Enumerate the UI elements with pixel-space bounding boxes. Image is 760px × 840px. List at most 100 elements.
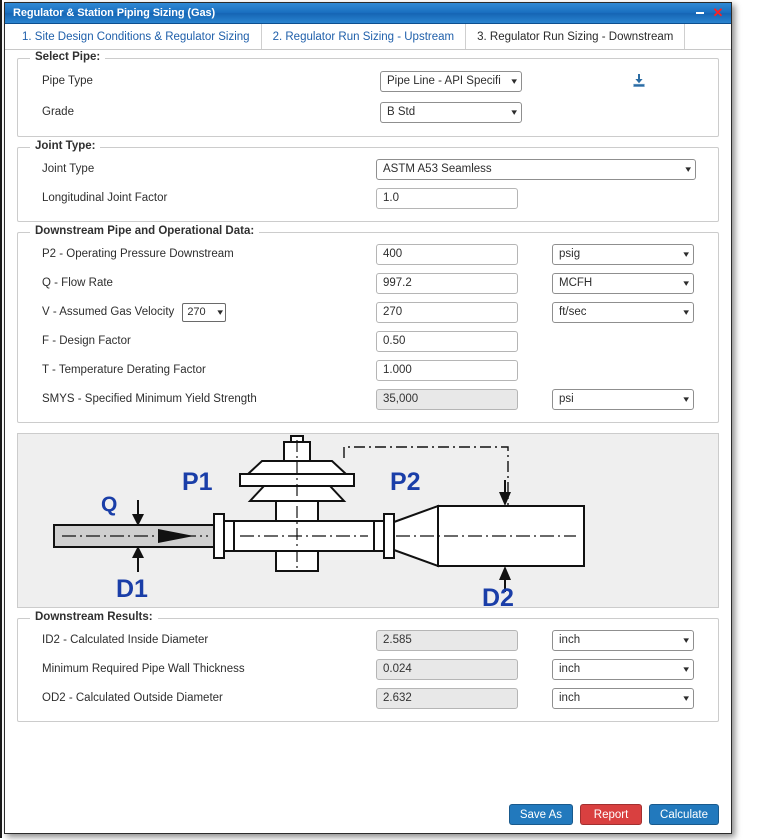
grade-row: Grade B Std ▾ [28, 98, 708, 126]
downstream-results-group: Downstream Results: ID2 - Calculated Ins… [17, 611, 719, 722]
pipe-type-row: Pipe Type Pipe Line - API Specifi ▾ [28, 67, 708, 95]
od2-label: OD2 - Calculated Outside Diameter [42, 692, 223, 704]
joint-type-legend: Joint Type: [30, 140, 101, 152]
chevron-down-icon: ▾ [683, 692, 690, 703]
q-flow-rate-row: Q - Flow Rate 997.2 MCFH ▾ [28, 270, 708, 296]
od2-row: OD2 - Calculated Outside Diameter 2.632 … [28, 685, 708, 711]
application-window: Regulator & Station Piping Sizing (Gas) … [4, 2, 732, 834]
v-gas-velocity-unit-value: ft/sec [559, 306, 587, 318]
v-gas-velocity-input[interactable]: 270 [376, 301, 518, 323]
min-wall-thickness-label: Minimum Required Pipe Wall Thickness [42, 663, 245, 675]
id2-unit-select[interactable]: inch ▾ [552, 629, 694, 651]
chevron-down-icon: ▾ [511, 75, 518, 86]
id2-label: ID2 - Calculated Inside Diameter [42, 634, 209, 646]
tab-regulator-run-upstream[interactable]: 2. Regulator Run Sizing - Upstream [261, 24, 467, 49]
chevron-down-icon: ▾ [683, 306, 690, 317]
p2-row: P2 - Operating Pressure Downstream 400 p… [28, 241, 708, 267]
pipe-type-value: Pipe Line - API Specifi [387, 75, 501, 87]
chevron-down-icon: ▾ [683, 248, 690, 259]
tab-regulator-run-downstream[interactable]: 3. Regulator Run Sizing - Downstream [466, 24, 686, 49]
min-wall-thickness-value: 0.024 [376, 658, 518, 680]
grade-label: Grade [42, 106, 74, 118]
tab-content-downstream: Select Pipe: Pipe Type Pipe Line - API S… [5, 50, 731, 833]
select-pipe-legend: Select Pipe: [30, 51, 106, 63]
joint-type-row: Joint Type ASTM A53 Seamless ▾ [28, 156, 708, 182]
p2-label: P2 - Operating Pressure Downstream [42, 248, 234, 260]
title-bar: Regulator & Station Piping Sizing (Gas) … [5, 3, 731, 24]
close-button[interactable]: ✕ [709, 5, 727, 21]
regulator-piping-diagram: Q P1 P2 D1 D2 [17, 433, 719, 608]
v-gas-velocity-preset-select[interactable]: 270 ▾ [182, 302, 227, 322]
chevron-down-icon: ▾ [685, 163, 692, 174]
t-temperature-derating-label: T - Temperature Derating Factor [42, 364, 206, 376]
min-wall-thickness-unit-value: inch [559, 663, 581, 675]
report-button[interactable]: Report [580, 804, 643, 825]
smys-value: 35,000 [376, 388, 518, 410]
joint-type-group: Joint Type: Joint Type ASTM A53 Seamless… [17, 140, 719, 222]
save-as-button[interactable]: Save As [508, 804, 574, 825]
select-pipe-group: Select Pipe: Pipe Type Pipe Line - API S… [17, 51, 719, 137]
id2-unit-value: inch [559, 634, 581, 646]
diagram-label-d1: D1 [116, 575, 148, 603]
v-gas-velocity-unit-select[interactable]: ft/sec ▾ [552, 301, 694, 323]
window-title: Regulator & Station Piping Sizing (Gas) [13, 7, 216, 19]
minimize-button[interactable] [691, 5, 709, 21]
chevron-down-icon: ▾ [511, 106, 518, 117]
tab-strip: 1. Site Design Conditions & Regulator Si… [5, 24, 731, 50]
download-icon[interactable] [630, 72, 648, 90]
id2-row: ID2 - Calculated Inside Diameter 2.585 i… [28, 627, 708, 653]
grade-select[interactable]: B Std ▾ [380, 101, 522, 123]
longitudinal-joint-factor-label: Longitudinal Joint Factor [42, 192, 168, 204]
v-gas-velocity-label-wrap: V - Assumed Gas Velocity 270 ▾ [28, 302, 376, 322]
joint-type-value: ASTM A53 Seamless [383, 163, 492, 175]
od2-value: 2.632 [376, 687, 518, 709]
chevron-down-icon: ▾ [683, 663, 690, 674]
chevron-down-icon: ▾ [683, 393, 690, 404]
q-flow-rate-input[interactable]: 997.2 [376, 272, 518, 294]
od2-unit-value: inch [559, 692, 581, 704]
diagram-label-d2: D2 [482, 584, 514, 607]
pipe-type-label: Pipe Type [42, 75, 93, 87]
chevron-down-icon: ▾ [217, 306, 223, 317]
grade-value: B Std [387, 106, 416, 118]
diagram-label-p2: P2 [390, 468, 421, 496]
footer-button-bar: Save As Report Calculate [508, 804, 719, 825]
q-flow-rate-unit-value: MCFH [559, 277, 593, 289]
p2-unit-select[interactable]: psig ▾ [552, 243, 694, 265]
smys-unit-value: psi [559, 393, 574, 405]
v-gas-velocity-label: V - Assumed Gas Velocity [42, 306, 175, 318]
chevron-down-icon: ▾ [683, 277, 690, 288]
p2-unit-value: psig [559, 248, 581, 260]
f-design-factor-row: F - Design Factor 0.50 [28, 328, 708, 354]
tab-site-design-conditions[interactable]: 1. Site Design Conditions & Regulator Si… [11, 24, 262, 49]
min-wall-thickness-row: Minimum Required Pipe Wall Thickness 0.0… [28, 656, 708, 682]
downstream-data-group: Downstream Pipe and Operational Data: P2… [17, 225, 719, 423]
id2-value: 2.585 [376, 629, 518, 651]
v-gas-velocity-row: V - Assumed Gas Velocity 270 ▾ 270 ft/se… [28, 299, 708, 325]
p2-input[interactable]: 400 [376, 243, 518, 265]
t-temperature-derating-input[interactable]: 1.000 [376, 359, 518, 381]
downstream-results-legend: Downstream Results: [30, 611, 158, 623]
min-wall-thickness-unit-select[interactable]: inch ▾ [552, 658, 694, 680]
downstream-data-legend: Downstream Pipe and Operational Data: [30, 225, 260, 237]
smys-row: SMYS - Specified Minimum Yield Strength … [28, 386, 708, 412]
od2-unit-select[interactable]: inch ▾ [552, 687, 694, 709]
joint-type-label: Joint Type [42, 163, 95, 175]
smys-label: SMYS - Specified Minimum Yield Strength [42, 393, 257, 405]
minimize-icon [696, 12, 704, 14]
calculate-button[interactable]: Calculate [649, 804, 719, 825]
diagram-label-q: Q [101, 493, 117, 516]
f-design-factor-label: F - Design Factor [42, 335, 131, 347]
smys-unit-select[interactable]: psi ▾ [552, 388, 694, 410]
t-temperature-derating-row: T - Temperature Derating Factor 1.000 [28, 357, 708, 383]
chevron-down-icon: ▾ [683, 634, 690, 645]
diagram-label-p1: P1 [182, 468, 213, 496]
pipe-type-select[interactable]: Pipe Line - API Specifi ▾ [380, 70, 522, 92]
joint-type-select[interactable]: ASTM A53 Seamless ▾ [376, 158, 696, 180]
f-design-factor-input[interactable]: 0.50 [376, 330, 518, 352]
longitudinal-joint-factor-row: Longitudinal Joint Factor 1.0 [28, 185, 708, 211]
longitudinal-joint-factor-input[interactable]: 1.0 [376, 187, 518, 209]
q-flow-rate-unit-select[interactable]: MCFH ▾ [552, 272, 694, 294]
v-gas-velocity-preset-value: 270 [187, 306, 206, 318]
q-flow-rate-label: Q - Flow Rate [42, 277, 113, 289]
